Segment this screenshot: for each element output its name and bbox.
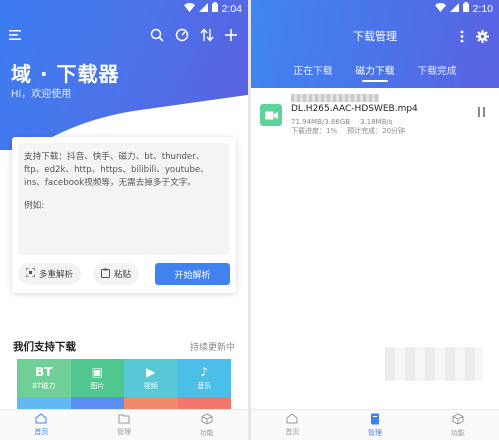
nav-manage-label: 管理	[117, 428, 131, 436]
redacted-name-prefix	[291, 94, 379, 102]
blurred-region	[385, 347, 483, 381]
wifi-icon	[183, 2, 195, 15]
nav-features-label: 功能	[199, 428, 214, 437]
pause-icon[interactable]	[478, 107, 490, 121]
tile-music[interactable]: ♪ 音乐	[177, 359, 231, 397]
tab-completed[interactable]: 下载完成	[406, 60, 468, 84]
tab-magnet-download[interactable]: 磁力下载	[344, 60, 406, 84]
multi-parse-button[interactable]: 多重解析	[18, 263, 82, 285]
more-vert-icon[interactable]	[460, 28, 464, 47]
tile-video[interactable]: ▶ 视频	[124, 359, 178, 397]
video-play-icon: ▶	[146, 364, 156, 379]
signal-icon	[449, 2, 459, 15]
cube-icon	[452, 412, 464, 427]
download-speed: 3.18MB/s	[360, 118, 393, 126]
nav-features-label: 功能	[450, 428, 465, 437]
file-name: DL.H265.AAC-HDSWEB.mp4	[291, 94, 418, 114]
download-size: 71.94MB/3.86GB	[291, 118, 351, 126]
wifi-icon	[434, 2, 446, 15]
scan-icon	[25, 267, 36, 280]
url-input-area[interactable]: 支持下载：抖音、快手、磁力、bt、thunder、ftp、ed2k、http、h…	[18, 143, 229, 255]
nav-manage-label: 管理	[368, 428, 382, 437]
bottom-nav: 首页 管理 功能	[251, 409, 499, 440]
start-parse-button[interactable]: 开始解析	[155, 263, 230, 285]
paste-button[interactable]: 粘贴	[93, 263, 140, 285]
home-icon	[286, 413, 298, 426]
welcome-subtitle: Hi，欢迎使用	[11, 89, 72, 100]
battery-icon	[462, 2, 469, 15]
supported-types-grid: BT BT磁力 ▣ 图片 ▶ 视频 ♪ 音乐	[17, 359, 231, 411]
top-toolbar	[0, 26, 248, 46]
download-manager-screen: 2:10 下载管理 正在下载 磁力下载 下载完成 DL.H265.AAC-HDS…	[251, 0, 499, 440]
search-icon[interactable]	[148, 26, 166, 44]
nav-manage[interactable]: 管理	[334, 410, 417, 440]
nav-home[interactable]: 首页	[251, 410, 334, 440]
status-time: 2:04	[221, 2, 242, 15]
folder-icon	[369, 413, 381, 427]
clipboard-icon	[101, 268, 110, 281]
tile-label: 图片	[90, 381, 105, 390]
file-name-text: DL.H265.AAC-HDSWEB.mp4	[291, 104, 418, 114]
download-item[interactable]: DL.H265.AAC-HDSWEB.mp4 71.94MB/3.86GB 3.1…	[251, 93, 499, 139]
tab-downloading[interactable]: 正在下载	[282, 60, 344, 84]
nav-home-label: 首页	[285, 428, 300, 436]
status-bar: 2:10	[251, 0, 499, 18]
download-meta: 71.94MB/3.86GB 3.18MB/s 下载进度：1% 预计完成：20分钟	[291, 118, 415, 136]
menu-icon[interactable]	[7, 26, 25, 44]
bt-icon: BT	[35, 364, 53, 379]
header-bar: 2:10 下载管理 正在下载 磁力下载 下载完成	[251, 0, 499, 88]
nav-features[interactable]: 功能	[416, 410, 499, 440]
image-icon: ▣	[91, 364, 103, 379]
video-file-icon	[260, 104, 282, 126]
tile-label: 视频	[143, 381, 158, 390]
folder-icon	[118, 413, 130, 426]
download-tabs: 正在下载 磁力下载 下载完成	[251, 60, 499, 84]
tile-image[interactable]: ▣ 图片	[70, 359, 124, 397]
tile-label: BT磁力	[32, 381, 56, 390]
home-screen: 2:04 域 · 下载器 Hi，欢迎使用 支持下载：抖音、快手、磁力、bt、th…	[0, 0, 248, 440]
nav-features[interactable]: 功能	[165, 410, 248, 440]
app-title: 域 · 下载器	[11, 62, 120, 86]
status-bar: 2:04	[0, 0, 248, 18]
download-eta: 预计完成：20分钟	[347, 127, 406, 135]
battery-icon	[211, 2, 218, 15]
update-note: 持续更新中	[189, 343, 235, 353]
settings-gear-icon[interactable]	[476, 28, 489, 47]
home-icon	[35, 413, 47, 426]
paste-label: 粘贴	[114, 270, 132, 280]
add-icon[interactable]	[222, 26, 240, 44]
music-note-icon: ♪	[200, 364, 209, 379]
supported-sources-text: 支持下载：抖音、快手、磁力、bt、thunder、ftp、ed2k、http、h…	[24, 152, 209, 188]
download-progress: 下载进度：1%	[291, 127, 338, 135]
status-time: 2:10	[472, 2, 493, 15]
speed-gauge-icon[interactable]	[173, 26, 191, 44]
signal-icon	[198, 2, 208, 15]
sort-icon[interactable]	[198, 26, 216, 44]
nav-home-label: 首页	[34, 428, 49, 436]
example-label: 例如:	[24, 201, 45, 211]
nav-manage[interactable]: 管理	[83, 410, 166, 440]
bottom-nav: 首页 管理 功能	[0, 409, 248, 440]
multi-parse-label: 多重解析	[39, 270, 74, 280]
support-section-title: 我们支持下载	[13, 341, 76, 353]
nav-home[interactable]: 首页	[0, 410, 83, 440]
parse-card: 支持下载：抖音、快手、磁力、bt、thunder、ftp、ed2k、http、h…	[12, 137, 236, 293]
tile-label: 音乐	[197, 381, 212, 390]
tile-bt-magnet[interactable]: BT BT磁力	[17, 359, 71, 397]
cube-icon	[201, 412, 213, 427]
